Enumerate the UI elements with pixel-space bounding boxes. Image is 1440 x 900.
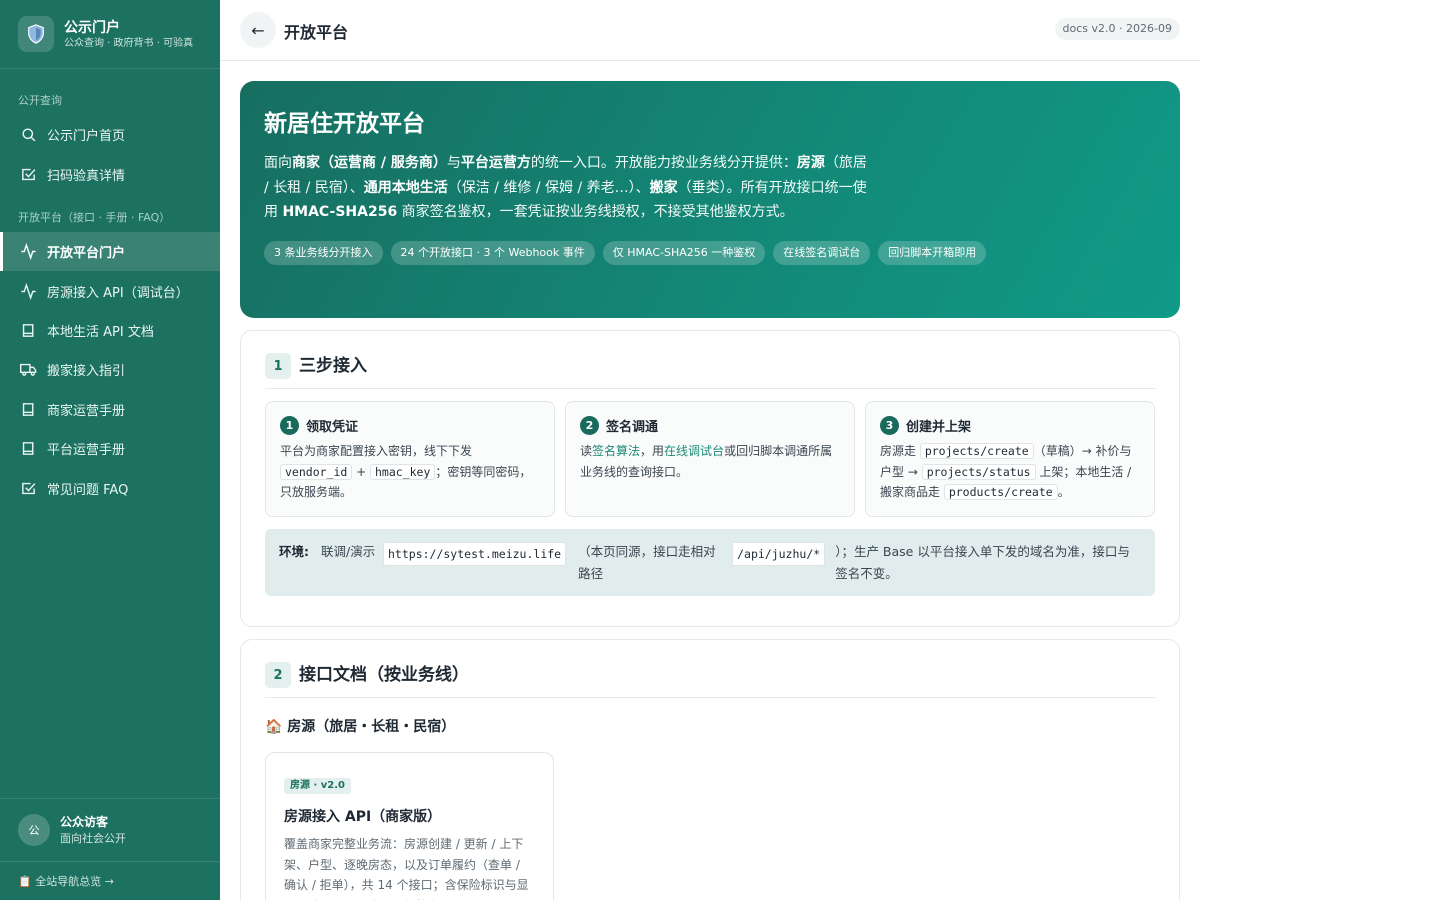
section-api-docs: 2 接口文档（按业务线） 🏠 房源（旅居・长租・民宿） 房源 · v2.0 房源… [240, 639, 1180, 900]
step-body: 平台为商家配置接入密钥，线下下发vendor_id + hmac_key ；密钥等… [280, 444, 532, 499]
step-card: 3 创建并上架 房源走 projects/create （草稿）→ 补价与户型 → … [865, 401, 1155, 517]
sidebar-item-label: 开放平台门户 [47, 246, 126, 261]
section-title: 接口文档（按业务线） [299, 665, 469, 685]
env-api-path: /api/juzhu/* [732, 542, 826, 566]
hero-title: 新居住开放平台 [264, 111, 425, 137]
hero-tag: 回归脚本开箱即用 [878, 240, 987, 265]
section-header: 2 接口文档（按业务线） [265, 662, 1155, 698]
sidebar-item-merchant-manual[interactable]: 商家运营手册 [0, 390, 220, 429]
step-title: 创建并上架 [906, 420, 972, 435]
step-title: 领取凭证 [306, 420, 359, 435]
book-icon [20, 440, 37, 457]
brand[interactable]: 公示门户 公众查询 · 政府背书 · 可验真 [0, 0, 220, 69]
sidebar-item-label: 平台运营手册 [47, 443, 126, 458]
code-projects-create: projects/create [919, 443, 1034, 459]
hero-tags: 3 条业务线分开接入 24 个开放接口 · 3 个 Webhook 事件 仅 H… [264, 240, 1156, 265]
checkbox-icon [20, 166, 37, 183]
sidebar-item-housing-api[interactable]: 房源接入 API（调试台） [0, 272, 220, 311]
step-number: 2 [580, 416, 599, 435]
sidebar-item-open-platform[interactable]: 开放平台门户 [0, 232, 220, 271]
env-note-end: ）；生产 Base 以平台接入单下发的域名为准，接口与签名不变。 [835, 544, 1130, 581]
sidebar-item-label: 房源接入 API（调试台） [47, 286, 189, 301]
step-body: 房源走 projects/create （草稿）→ 补价与户型 → project… [880, 443, 1132, 500]
hero-tag: 仅 HMAC-SHA256 一种鉴权 [602, 240, 766, 265]
page-title: 开放平台 [284, 23, 349, 42]
step-title: 签名调通 [606, 420, 659, 435]
api-badge: 房源 · v2.0 [284, 778, 351, 794]
checkbox-icon [20, 480, 37, 497]
hero-tag: 3 条业务线分开接入 [264, 240, 383, 265]
shield-icon [18, 16, 54, 52]
sidebar-item-verify[interactable]: 扫码验真详情 [0, 155, 220, 194]
sidebar-item-label: 商家运营手册 [47, 404, 126, 419]
env-note: （本页同源，接口走相对路径 [578, 544, 716, 581]
user-name: 公众访客 [60, 815, 109, 829]
brand-subtitle: 公众查询 · 政府背书 · 可验真 [64, 37, 194, 49]
user-block[interactable]: 公 公众访客 面向社会公开 [0, 798, 220, 861]
topbar: ← 开放平台 docs v2.0 · 2026-09 [220, 0, 1200, 61]
section-three-steps: 1 三步接入 1 领取凭证 平台为商家配置接入密钥，线下下发vendor_id +… [240, 330, 1180, 627]
avatar: 公 [18, 814, 50, 846]
environment-info: 环境: 联调/演示 https://sytest.meizu.life （本页同… [265, 529, 1155, 596]
step-number: 3 [880, 416, 899, 435]
step-number: 1 [280, 416, 299, 435]
signature-algorithm-link[interactable]: 签名算法 [592, 444, 640, 458]
sidebar-item-label: 本地生活 API 文档 [47, 325, 154, 340]
sidebar-item-local-life-docs[interactable]: 本地生活 API 文档 [0, 311, 220, 350]
code-vendor-id: vendor_id [280, 463, 353, 480]
sidebar-item-label: 扫码验真详情 [47, 169, 126, 184]
api-card-desc: 覆盖商家完整业务流：房源创建 / 更新 / 上下架、户型、逐晚房态，以及订单履约… [284, 837, 529, 900]
code-hmac-key: hmac_key [370, 463, 436, 480]
nav-group-public: 公开查询 [18, 94, 62, 107]
section-number: 1 [265, 353, 291, 379]
section-number: 2 [265, 662, 291, 688]
user-desc: 面向社会公开 [60, 832, 126, 845]
sidebar-item-moving-guide[interactable]: 搬家接入指引 [0, 350, 220, 389]
sidebar-item-faq[interactable]: 常见问题 FAQ [0, 469, 220, 508]
env-desc: 联调/演示 [321, 544, 376, 559]
hero-tag: 在线签名调试台 [773, 240, 871, 265]
sidebar-item-label: 公示门户首页 [47, 129, 126, 144]
api-card-title: 房源接入 API（商家版） [284, 809, 442, 825]
env-label: 环境: [279, 544, 309, 559]
hero-tag: 24 个开放接口 · 3 个 Webhook 事件 [390, 240, 595, 265]
section-title: 三步接入 [299, 356, 367, 376]
sidebar: 公示门户 公众查询 · 政府背书 · 可验真 公开查询 公示门户首页 扫码验真详… [0, 0, 220, 900]
sidebar-item-label: 搬家接入指引 [47, 364, 126, 379]
step-card: 1 领取凭证 平台为商家配置接入密钥，线下下发vendor_id + hmac_k… [265, 401, 555, 517]
book-icon [20, 322, 37, 339]
sidebar-item-portal-home[interactable]: 公示门户首页 [0, 115, 220, 154]
back-button[interactable]: ← [240, 12, 276, 48]
truck-icon [20, 361, 37, 378]
activity-icon [20, 283, 37, 300]
section-header: 1 三步接入 [265, 353, 1155, 389]
brand-title: 公示门户 [64, 19, 120, 36]
sidebar-item-platform-manual[interactable]: 平台运营手册 [0, 429, 220, 468]
step-card: 2 签名调通 读签名算法，用在线调试台或回归脚本调通所属业务线的查询接口。 [565, 401, 855, 517]
hero-description: 面向商家（运营商 / 服务商）与平台运营方的统一入口。开放能力按业务线分开提供：… [264, 155, 867, 220]
code-projects-status: projects/status [921, 463, 1036, 480]
book-icon [20, 401, 37, 418]
hero-banner: 新居住开放平台 面向商家（运营商 / 服务商）与平台运营方的统一入口。开放能力按… [240, 81, 1180, 318]
code-products-create: products/create [943, 484, 1058, 500]
env-url: https://sytest.meizu.life [383, 542, 567, 566]
step-body: 读签名算法，用在线调试台或回归脚本调通所属业务线的查询接口。 [580, 444, 833, 479]
business-line-heading: 🏠 房源（旅居・长租・民宿） [265, 719, 456, 735]
online-debug-console-link[interactable]: 在线调试台 [664, 444, 724, 458]
version-badge: docs v2.0 · 2026-09 [1054, 18, 1180, 40]
activity-icon [20, 243, 37, 260]
site-nav-overview-link[interactable]: 📋 全站导航总览 → [0, 861, 220, 900]
search-icon [20, 126, 37, 143]
api-card-housing[interactable]: 房源 · v2.0 房源接入 API（商家版） 覆盖商家完整业务流：房源创建 /… [265, 752, 554, 900]
nav-group-open: 开放平台（接口 · 手册 · FAQ） [18, 211, 171, 224]
sidebar-item-label: 常见问题 FAQ [47, 483, 129, 498]
